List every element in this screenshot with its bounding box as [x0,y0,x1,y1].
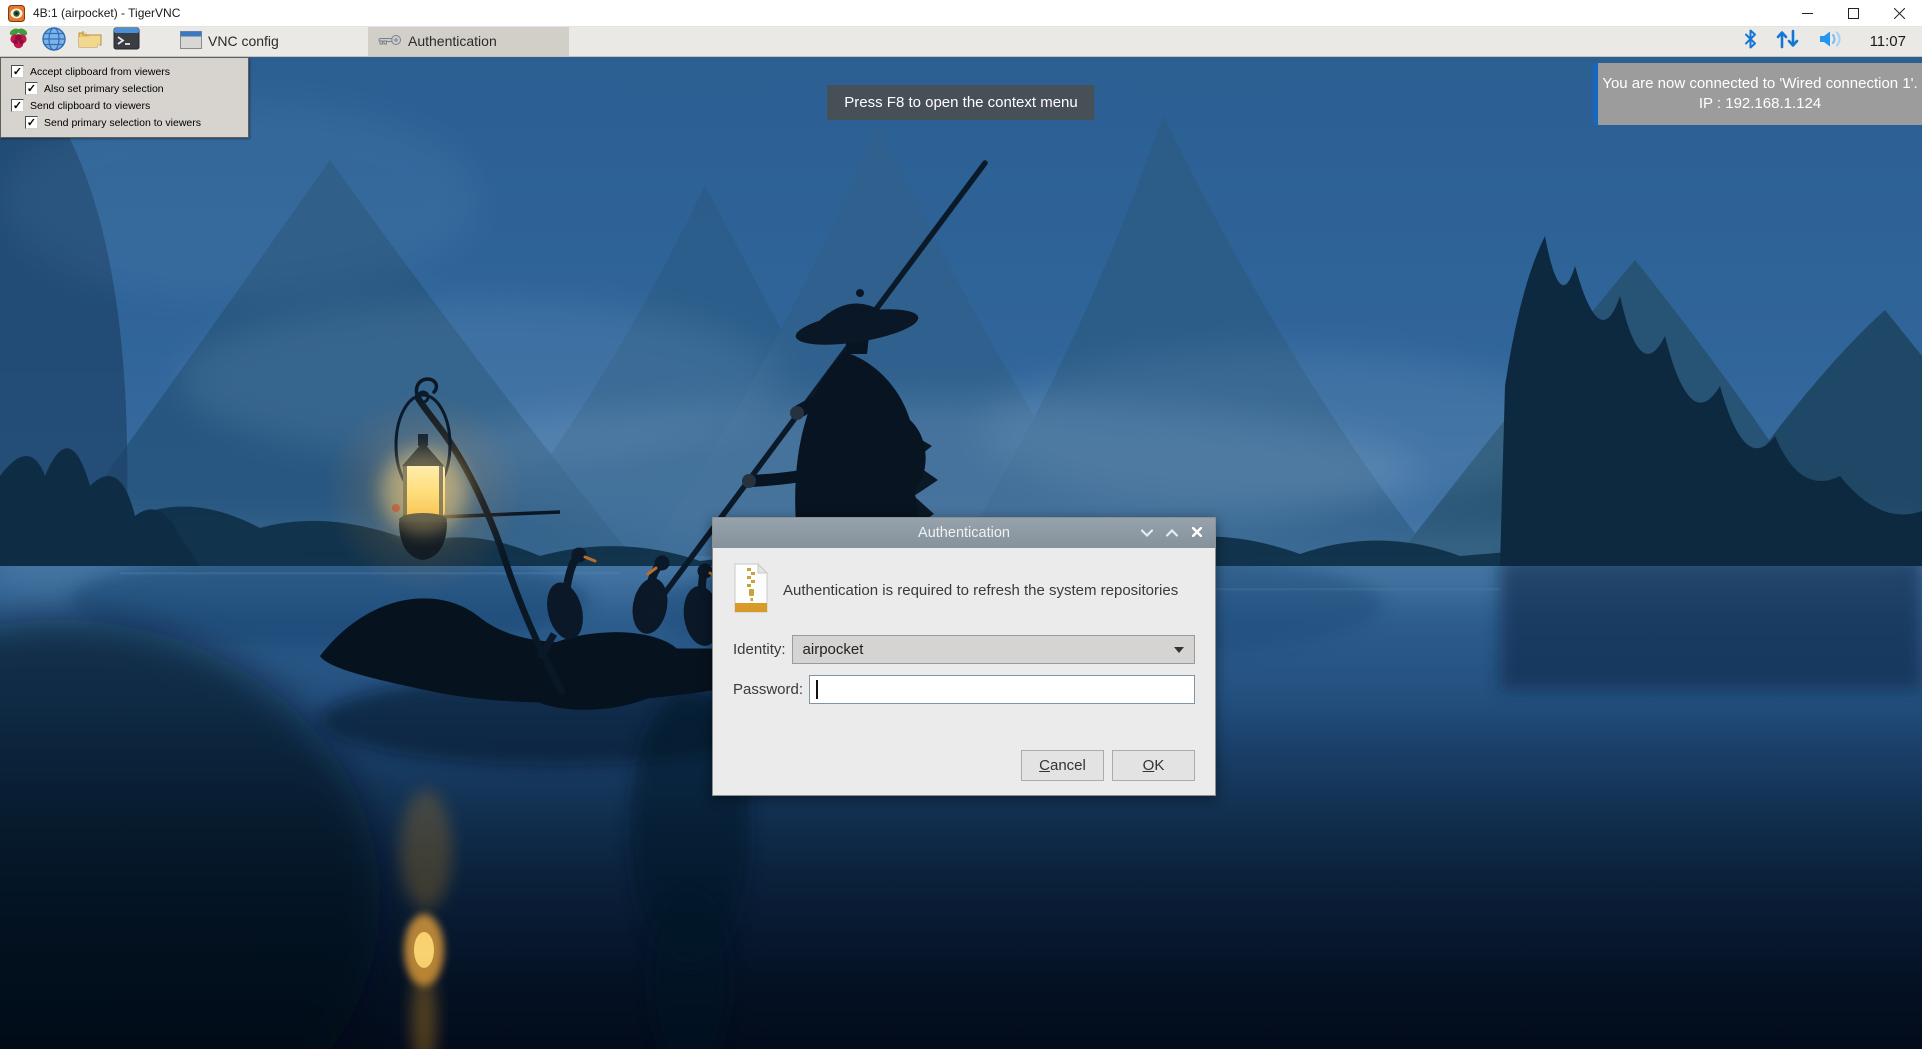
checkbox-label: Also set primary selection [44,83,164,95]
f8-context-menu-toast: Press F8 to open the context menu [827,85,1094,120]
system-tray: 11:07 [1744,29,1922,54]
menu-button[interactable] [0,26,36,56]
taskbar-button-label: Authentication [408,33,497,49]
dialog-shade-button[interactable] [1134,518,1159,548]
check-icon: ✓ [13,67,22,77]
maximize-button[interactable] [1830,0,1876,26]
checkbox-also-primary[interactable]: ✓ [25,82,38,95]
checkbox-row: ✓ Also set primary selection [1,80,248,97]
globe-icon [41,26,67,57]
dialog-titlebar[interactable]: Authentication [713,518,1215,548]
chevron-down-icon [1174,647,1184,653]
checkbox-row: ✓ Accept clipboard from viewers [1,63,248,80]
key-icon [378,33,402,49]
minimize-button[interactable] [1784,0,1830,26]
password-field-wrap [809,675,1195,704]
taskbar-button-label: VNC config [208,33,279,49]
checkbox-row: ✓ Send clipboard to viewers [1,97,248,114]
close-icon [1192,524,1202,542]
dialog-body: Authentication is required to refresh th… [713,548,1215,795]
bluetooth-icon[interactable] [1744,29,1757,54]
tigervnc-window: 4B:1 (airpocket) - TigerVNC [0,0,1922,1049]
notification-line2: IP : 192.168.1.124 [1601,94,1919,114]
web-browser-launcher[interactable] [36,26,72,56]
network-icon[interactable] [1775,29,1800,54]
taskbar-clock[interactable]: 11:07 [1870,33,1906,50]
ok-button[interactable]: OK [1112,750,1195,781]
terminal-icon [113,27,140,55]
terminal-launcher[interactable] [108,26,144,56]
tigervnc-app-icon [8,5,25,22]
pi-taskbar: VNC config Authentication 11:07 [0,26,1922,57]
raspberry-icon [6,26,31,56]
checkbox-row: ✓ Send primary selection to viewers [1,114,248,131]
chevron-down-icon [1141,524,1153,542]
notification-line1: You are now connected to 'Wired connecti… [1601,74,1919,94]
package-zip-icon [733,562,769,619]
window-icon [180,31,202,52]
checkbox-accept-clipboard[interactable]: ✓ [11,65,24,78]
check-icon: ✓ [27,84,36,94]
checkbox-label: Accept clipboard from viewers [30,66,170,78]
identity-label: Identity: [733,641,786,658]
file-manager-launcher[interactable] [72,26,108,56]
check-icon: ✓ [13,101,22,111]
check-icon: ✓ [27,118,36,128]
text-caret [816,680,818,699]
dialog-maximize-button[interactable] [1159,518,1184,548]
network-notification[interactable]: You are now connected to 'Wired connecti… [1593,63,1922,125]
checkbox-label: Send primary selection to viewers [44,117,201,129]
volume-icon[interactable] [1818,29,1846,54]
vnc-config-taskbar-button[interactable]: VNC config [170,26,302,56]
cancel-button[interactable]: Cancel [1021,750,1104,781]
window-title: 4B:1 (airpocket) - TigerVNC [33,6,180,20]
authentication-taskbar-button[interactable]: Authentication [368,26,569,56]
identity-selected-value: airpocket [803,641,864,658]
dialog-close-button[interactable] [1184,518,1209,548]
vnc-config-panel: ✓ Accept clipboard from viewers ✓ Also s… [0,57,249,138]
password-input[interactable] [810,676,1194,703]
auth-dialog: Authentication Authentication is require… [712,517,1216,796]
checkbox-send-clipboard[interactable]: ✓ [11,99,24,112]
dialog-message: Authentication is required to refresh th… [783,582,1178,599]
checkbox-send-primary[interactable]: ✓ [25,116,38,129]
password-label: Password: [733,681,803,698]
window-titlebar: 4B:1 (airpocket) - TigerVNC [0,0,1922,27]
folder-icon [76,27,104,56]
checkbox-label: Send clipboard to viewers [30,100,150,112]
identity-select[interactable]: airpocket [792,635,1195,664]
chevron-up-icon [1166,524,1178,542]
close-button[interactable] [1876,0,1922,26]
